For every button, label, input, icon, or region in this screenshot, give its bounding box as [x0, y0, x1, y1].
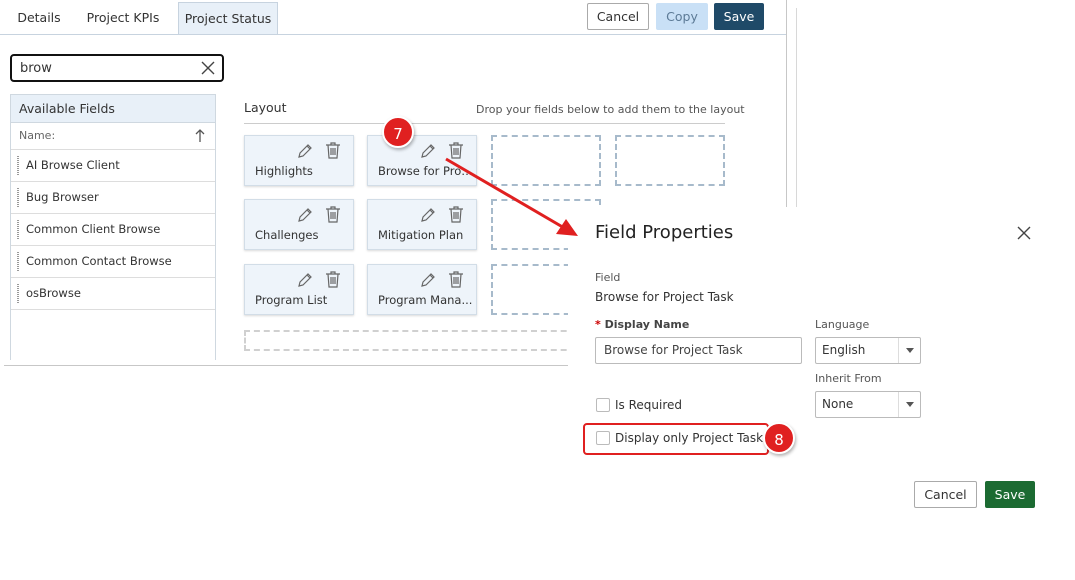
- tab-project-status[interactable]: Project Status: [178, 2, 278, 35]
- step-badge-7: 7: [382, 116, 414, 148]
- card-label: Highlights: [255, 164, 313, 178]
- available-fields-panel: Available Fields Name: AI Browse Client …: [10, 94, 216, 360]
- drag-handle-icon[interactable]: [17, 188, 19, 207]
- list-item-ai-browse-client[interactable]: AI Browse Client: [11, 150, 215, 182]
- tab-details[interactable]: Details: [8, 0, 70, 35]
- tab-divider: [0, 34, 786, 35]
- chevron-down-icon[interactable]: [898, 338, 920, 363]
- sort-ascending-icon[interactable]: [195, 129, 205, 143]
- dialog-cancel-button[interactable]: Cancel: [914, 481, 977, 508]
- layout-card-highlights[interactable]: Highlights: [244, 135, 354, 186]
- search-input[interactable]: [20, 59, 200, 77]
- close-icon[interactable]: [1016, 225, 1032, 241]
- empty-slot[interactable]: [491, 135, 601, 186]
- drag-handle-icon[interactable]: [17, 156, 19, 175]
- list-item-common-client-browse[interactable]: Common Client Browse: [11, 214, 215, 246]
- list-item-osbrowse[interactable]: osBrowse: [11, 278, 215, 310]
- drag-handle-icon[interactable]: [17, 252, 19, 271]
- empty-slot[interactable]: [615, 135, 725, 186]
- available-fields-title: Available Fields: [11, 95, 215, 123]
- language-label: Language: [815, 318, 870, 331]
- delete-icon[interactable]: [448, 206, 464, 223]
- name-column-header[interactable]: Name:: [11, 123, 215, 150]
- drag-handle-icon[interactable]: [17, 284, 19, 303]
- field-label: Field: [595, 271, 621, 284]
- edit-icon[interactable]: [297, 272, 313, 288]
- is-required-checkbox[interactable]: [596, 398, 610, 412]
- card-label: Browse for Proj...: [378, 164, 473, 178]
- dialog-save-button[interactable]: Save: [985, 481, 1035, 508]
- layout-card-program-list[interactable]: Program List: [244, 264, 354, 315]
- name-column-label: Name:: [19, 129, 56, 142]
- chevron-down-icon[interactable]: [898, 392, 920, 417]
- card-label: Challenges: [255, 228, 319, 242]
- edit-icon[interactable]: [420, 272, 436, 288]
- layout-card-browse-for-project[interactable]: Browse for Proj...: [367, 135, 477, 186]
- display-name-label: * Display Name: [595, 318, 690, 331]
- edit-icon[interactable]: [420, 143, 436, 159]
- edit-icon[interactable]: [297, 143, 313, 159]
- card-label: Mitigation Plan: [378, 228, 464, 242]
- tab-project-kpis[interactable]: Project KPIs: [78, 0, 168, 35]
- delete-icon[interactable]: [448, 271, 464, 288]
- layout-hint: Drop your fields below to add them to th…: [476, 103, 745, 116]
- layout-divider: [244, 123, 725, 124]
- edit-icon[interactable]: [420, 207, 436, 223]
- card-label: Program List: [255, 293, 328, 307]
- is-required-label: Is Required: [615, 398, 683, 412]
- list-item-bug-browser[interactable]: Bug Browser: [11, 182, 215, 214]
- inherit-from-label: Inherit From: [815, 372, 882, 385]
- save-button[interactable]: Save: [714, 3, 764, 30]
- list-item-common-contact-browse[interactable]: Common Contact Browse: [11, 246, 215, 278]
- dialog-title: Field Properties: [595, 222, 734, 243]
- cancel-button[interactable]: Cancel: [587, 3, 649, 30]
- required-asterisk: *: [595, 318, 601, 331]
- field-value: Browse for Project Task: [595, 290, 734, 304]
- inherit-from-select[interactable]: None: [815, 391, 921, 418]
- clear-search-icon[interactable]: [200, 59, 216, 77]
- delete-icon[interactable]: [325, 142, 341, 159]
- layout-title: Layout: [244, 100, 287, 115]
- card-label: Program Mana...: [378, 293, 473, 307]
- layout-card-challenges[interactable]: Challenges: [244, 199, 354, 250]
- edit-icon[interactable]: [297, 207, 313, 223]
- step-badge-8: 8: [763, 422, 795, 454]
- search-box[interactable]: [10, 54, 224, 82]
- layout-card-program-manager[interactable]: Program Mana...: [367, 264, 477, 315]
- layout-card-mitigation-plan[interactable]: Mitigation Plan: [367, 199, 477, 250]
- copy-button[interactable]: Copy: [656, 3, 708, 30]
- drag-handle-icon[interactable]: [17, 220, 19, 239]
- display-name-input[interactable]: Browse for Project Task: [595, 337, 802, 364]
- delete-icon[interactable]: [325, 271, 341, 288]
- frame-bottom: [4, 365, 568, 366]
- delete-icon[interactable]: [325, 206, 341, 223]
- highlight-box: [583, 423, 769, 455]
- language-select[interactable]: English: [815, 337, 921, 364]
- delete-icon[interactable]: [448, 142, 464, 159]
